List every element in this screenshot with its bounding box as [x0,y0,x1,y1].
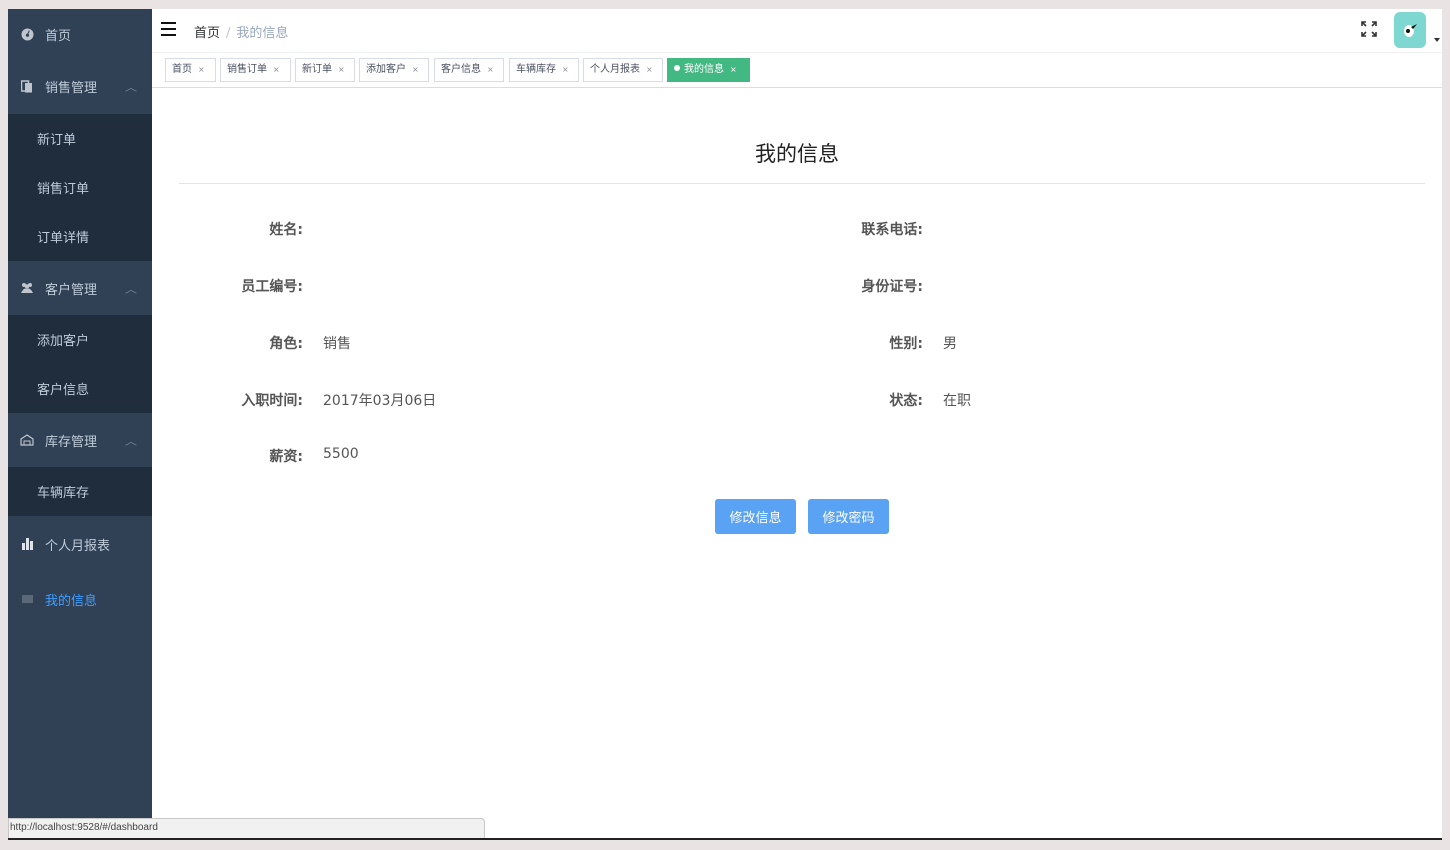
sidebar-item-label: 个人月报表 [45,538,111,554]
tag-new-order[interactable]: 新订单 × [295,58,355,82]
sidebar-item-label: 首页 [45,28,72,44]
tag-home[interactable]: 首页 × [165,58,216,82]
people-icon [20,281,34,295]
gender-label: 性别: [889,336,923,352]
close-icon[interactable]: × [562,65,569,74]
tag-label: 首页 [172,64,192,75]
role-label: 角色: [269,336,303,352]
close-icon[interactable]: × [273,65,280,74]
sidebar-item-label: 库存管理 [45,434,98,450]
change-password-button[interactable]: 修改密码 [808,499,889,534]
sidebar-item-order-details[interactable]: 订单详情 [8,212,152,261]
avatar[interactable] [1394,12,1426,48]
breadcrumb-home[interactable]: 首页 [194,26,220,41]
hire-date-label: 入职时间: [241,393,303,409]
tag-monthly-report[interactable]: 个人月报表 × [583,58,663,82]
tag-my-info[interactable]: 我的信息 × [667,58,750,82]
close-icon[interactable]: × [646,65,653,74]
main-content: 我的信息 姓名: 员工编号: 角色: 销售 入职时间: 2017年03月06日 … [152,88,1442,828]
tag-label: 个人月报表 [590,64,640,75]
edit-info-button[interactable]: 修改信息 [715,499,796,534]
sidebar-item-vehicle-inventory[interactable]: 车辆库存 [8,467,152,516]
tag-add-customer[interactable]: 添加客户 × [359,58,429,82]
sidebar-item-home[interactable]: 首页 [8,9,152,59]
tag-customer-info[interactable]: 客户信息 × [434,58,504,82]
salary-value: 5500 [323,446,359,462]
chevron-up-icon: ︿ [125,284,137,296]
sidebar-item-sales[interactable]: 销售管理 ︿ [8,59,152,114]
sidebar-item-label: 销售订单 [37,182,90,197]
active-dot-icon [674,65,680,71]
status-label: 状态: [889,393,923,409]
id-card-label: 身份证号: [861,279,923,295]
browser-status-url: http://localhost:9528/#/dashboard [8,818,485,838]
employee-id-label: 员工编号: [241,279,303,295]
sidebar-item-inventory[interactable]: 库存管理 ︿ [8,413,152,467]
sidebar-item-label: 客户信息 [37,383,90,398]
sidebar-item-new-order[interactable]: 新订单 [8,114,152,163]
window-bottom-edge [8,838,1442,840]
tag-label: 添加客户 [366,64,406,75]
close-icon[interactable]: × [338,65,345,74]
sidebar-item-my-info[interactable]: 我的信息 [8,572,152,626]
tags-view: 首页 × 销售订单 × 新订单 × 添加客户 × 客户信息 × 车辆库存 × 个人月报表 × … [152,53,1442,88]
phone-label: 联系电话: [861,222,923,238]
sidebar-item-label: 客户管理 [45,282,98,298]
gender-value: 男 [943,336,957,352]
sidebar-item-customer-info[interactable]: 客户信息 [8,364,152,413]
sidebar-item-add-customer[interactable]: 添加客户 [8,315,152,364]
salary-label: 薪资: [269,449,303,465]
breadcrumb-current: 我的信息 [236,26,289,41]
sidebar-item-label: 新订单 [37,133,77,148]
sidebar-item-sales-orders[interactable]: 销售订单 [8,163,152,212]
role-value: 销售 [323,336,351,352]
sidebar-item-label: 车辆库存 [37,486,90,501]
tag-label: 我的信息 [684,64,724,75]
page-title: 我的信息 [755,142,839,166]
bar-chart-icon [20,537,34,551]
tag-label: 新订单 [302,64,332,75]
tag-label: 车辆库存 [516,64,556,75]
sidebar-item-customers[interactable]: 客户管理 ︿ [8,261,152,315]
caret-down-icon[interactable] [1434,38,1440,42]
dashboard-icon [20,27,34,41]
breadcrumb-separator: / [226,26,231,41]
sidebar-item-label: 我的信息 [45,593,98,609]
close-icon[interactable]: × [198,65,205,74]
name-label: 姓名: [269,222,303,238]
sidebar-item-label: 销售管理 [45,81,98,96]
sidebar-item-label: 订单详情 [37,231,90,246]
sidebar-item-monthly-report[interactable]: 个人月报表 [8,516,152,572]
sidebar: 首页 销售管理 ︿ 新订单 销售订单 订单详情 客户管理 ︿ 添加客户 客户信息… [8,9,152,838]
navbar: 首页 / 我的信息 [152,9,1442,52]
close-icon[interactable]: × [487,65,494,74]
warehouse-icon [20,433,34,447]
close-icon[interactable]: × [730,65,737,74]
card-icon [20,592,34,606]
avatar-bird-icon [1404,24,1417,37]
tag-label: 销售订单 [227,64,267,75]
hamburger-menu-icon[interactable] [161,22,176,36]
sidebar-item-label: 添加客户 [37,334,90,349]
hire-date-value: 2017年03月06日 [323,393,437,409]
chevron-up-icon: ︿ [125,436,137,448]
fullscreen-icon[interactable] [1361,21,1377,37]
breadcrumb: 首页 / 我的信息 [194,22,288,41]
app-window: 首页 销售管理 ︿ 新订单 销售订单 订单详情 客户管理 ︿ 添加客户 客户信息… [8,9,1442,838]
tag-sales-orders[interactable]: 销售订单 × [220,58,291,82]
close-icon[interactable]: × [412,65,419,74]
divider [179,183,1425,184]
document-icon [20,80,34,94]
chevron-up-icon: ︿ [125,83,137,94]
tag-vehicle-inventory[interactable]: 车辆库存 × [509,58,579,82]
status-value: 在职 [943,393,971,409]
tag-label: 客户信息 [441,64,481,75]
